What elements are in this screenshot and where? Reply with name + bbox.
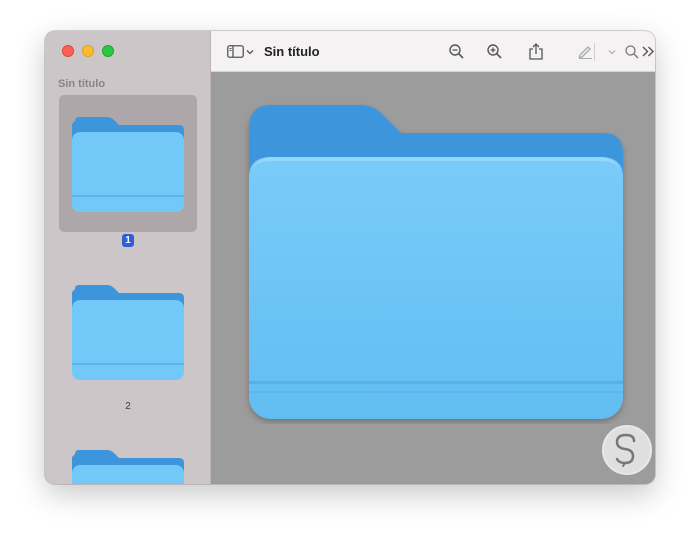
sidebar-title: Sin título [58,78,106,90]
toolbar: Sin título [211,31,655,72]
fullscreen-button[interactable] [102,45,114,57]
markup-icon [578,46,592,59]
solvetic-watermark [602,425,652,475]
close-button[interactable] [62,45,74,57]
search-icon [625,44,639,59]
document-canvas[interactable] [211,72,655,484]
zoom-out-button[interactable] [447,31,465,72]
chevron-down-icon [246,49,254,54]
window-controls [62,45,114,57]
document-title: Sin título [264,44,320,59]
folder-thumbnail-icon [72,285,184,380]
share-icon [529,43,543,60]
page-number-2: 2 [125,401,131,412]
preview-window: Sin título 1 2 Sin título [45,31,655,484]
sidebar: Sin título 1 2 [45,31,211,484]
markup-button[interactable] [577,31,593,72]
more-tools-button[interactable] [641,31,655,72]
view-menu-button[interactable] [245,31,255,72]
search-button[interactable] [623,31,641,72]
zoom-in-button[interactable] [485,31,503,72]
zoom-out-icon [448,44,464,59]
sidebar-toggle-icon [226,45,244,58]
solvetic-logo-icon [615,433,636,467]
sidebar-toggle-button[interactable] [225,31,245,72]
more-tools-icon [642,46,654,57]
toolbar-divider [594,31,595,72]
chevron-down-icon [608,49,616,54]
folder-thumbnail-icon [72,117,184,212]
folder-icon [249,105,623,419]
zoom-in-icon [486,44,502,59]
page-number-1: 1 [45,234,211,247]
folder-thumbnail-icon [72,450,184,484]
minimize-button[interactable] [82,45,94,57]
share-button[interactable] [527,31,545,72]
markup-menu-button[interactable] [607,31,617,72]
